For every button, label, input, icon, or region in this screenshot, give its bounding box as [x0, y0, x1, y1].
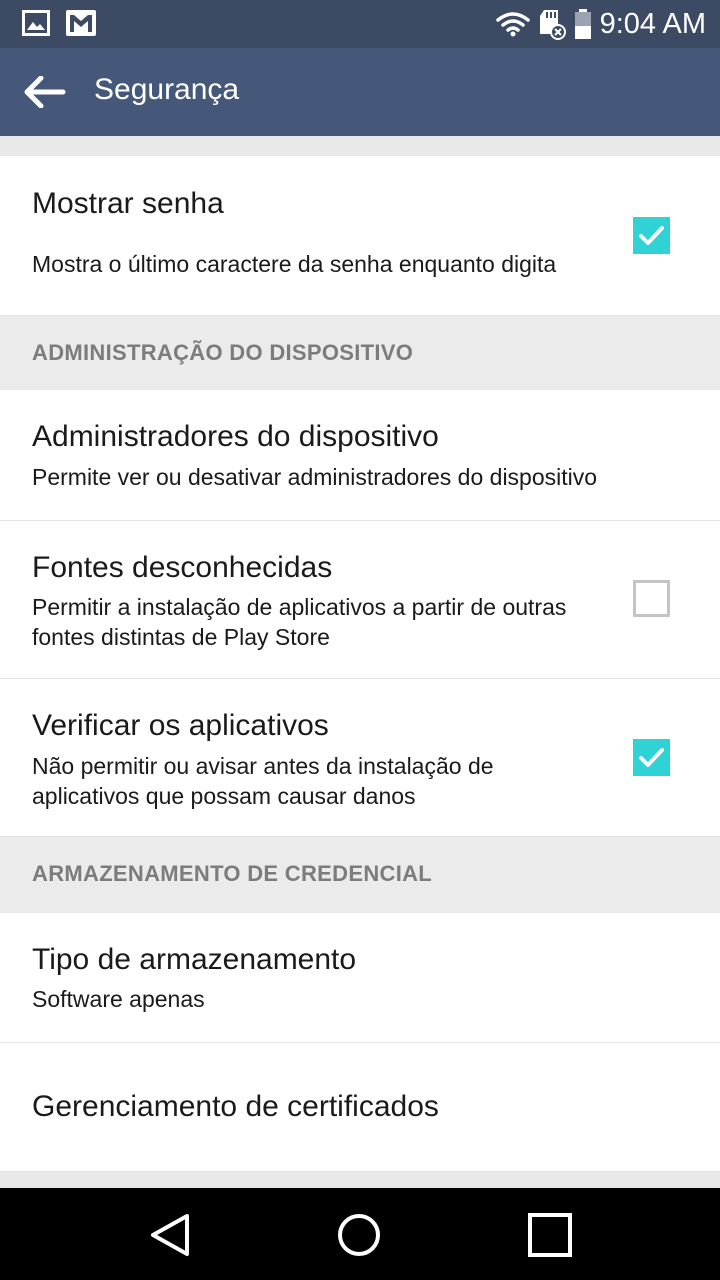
- unknown-sources-title: Fontes desconhecidas: [32, 551, 333, 584]
- device-admins-summary: Permite ver ou desativar administradores…: [32, 464, 598, 490]
- recents-square-icon[interactable]: [527, 1212, 573, 1258]
- settings-list: Mostrar senha Mostra o último caractere …: [0, 136, 720, 1188]
- section-header-device-admin: ADMINISTRAÇÃO DO DISPOSITIVO: [0, 316, 720, 390]
- verify-apps-summary: Não permitir ou avisar antes da instalaç…: [32, 753, 494, 809]
- section-header-credential: ARMAZENAMENTO DE CREDENCIAL: [0, 837, 720, 913]
- check-icon: [639, 748, 664, 767]
- verify-apps-title: Verificar os aplicativos: [32, 709, 329, 742]
- storage-type-item[interactable]: Tipo de armazenamento Software apenas: [0, 913, 720, 1043]
- page-title: Segurança: [94, 73, 240, 106]
- unknown-sources-summary: Permitir a instalação de aplicativos a p…: [32, 594, 567, 650]
- app-bar: Segurança: [0, 48, 720, 136]
- battery-icon: [574, 9, 591, 39]
- device-admins-title: Administradores do dispositivo: [32, 420, 439, 453]
- unknown-sources-item[interactable]: Fontes desconhecidas Permitir a instalaç…: [0, 521, 720, 679]
- check-icon: [639, 226, 664, 245]
- back-triangle-icon[interactable]: [147, 1212, 193, 1258]
- gmail-icon: [66, 10, 96, 36]
- verify-apps-checkbox[interactable]: [633, 739, 670, 776]
- verify-apps-item[interactable]: Verificar os aplicativos Não permitir ou…: [0, 679, 720, 837]
- image-icon: [22, 10, 50, 36]
- section-header-credential-label: ARMAZENAMENTO DE CREDENCIAL: [32, 861, 433, 886]
- home-circle-icon[interactable]: [336, 1212, 382, 1258]
- storage-type-title: Tipo de armazenamento: [32, 943, 357, 976]
- show-password-summary: Mostra o último caractere da senha enqua…: [32, 251, 557, 277]
- arrow-left-icon[interactable]: [24, 76, 66, 108]
- status-bar: 9:04 AM: [0, 0, 720, 48]
- device-admins-item[interactable]: Administradores do dispositivo Permite v…: [0, 390, 720, 521]
- certificate-management-title: Gerenciamento de certificados: [32, 1090, 439, 1123]
- show-password-checkbox[interactable]: [633, 217, 670, 254]
- navigation-bar: [0, 1188, 720, 1280]
- show-password-title: Mostrar senha: [32, 187, 224, 220]
- show-password-item[interactable]: Mostrar senha Mostra o último caractere …: [0, 156, 720, 316]
- unknown-sources-checkbox[interactable]: [633, 580, 670, 617]
- sd-card-icon: [539, 10, 566, 40]
- status-time: 9:04 AM: [599, 7, 706, 40]
- certificate-management-item[interactable]: Gerenciamento de certificados: [0, 1043, 720, 1172]
- wifi-icon: [495, 12, 530, 37]
- section-header-device-admin-label: ADMINISTRAÇÃO DO DISPOSITIVO: [32, 340, 414, 365]
- storage-type-summary: Software apenas: [32, 986, 205, 1012]
